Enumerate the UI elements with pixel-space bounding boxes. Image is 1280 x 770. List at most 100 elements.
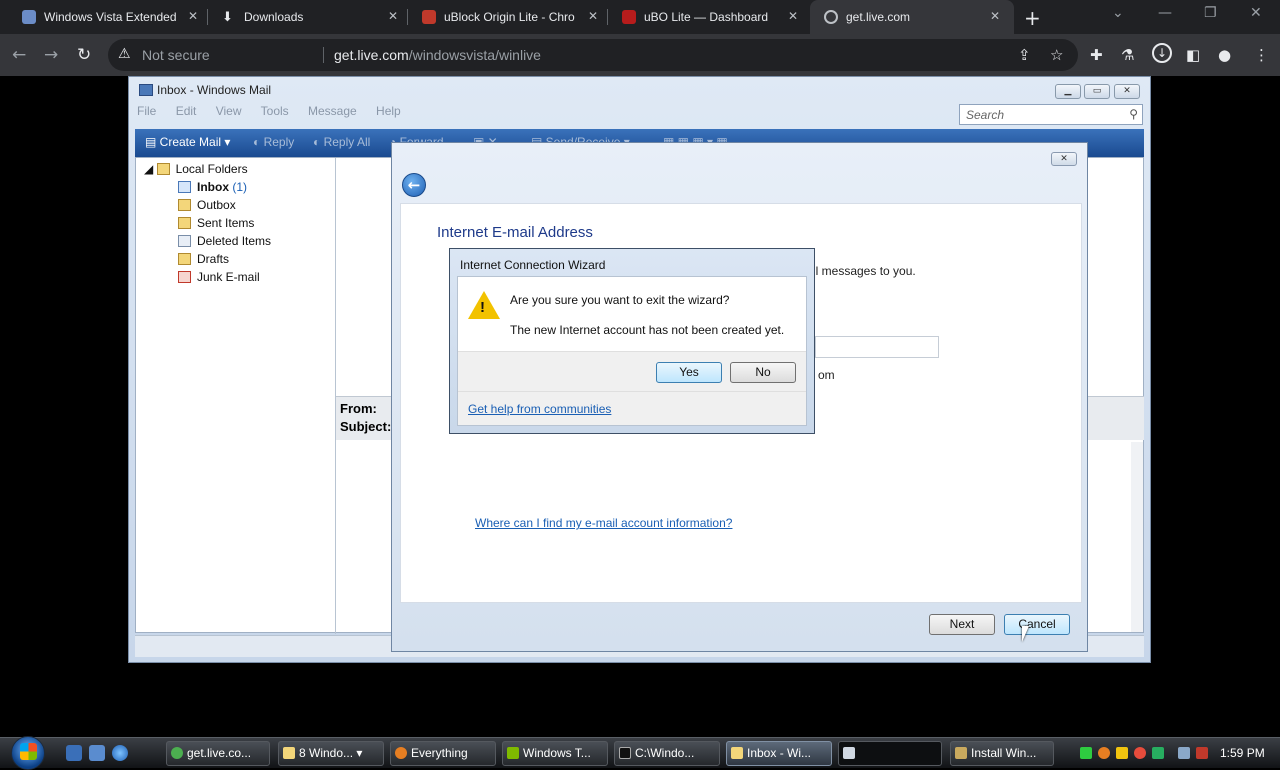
wizard-heading: Internet E-mail Address bbox=[437, 224, 593, 241]
folder-icon bbox=[156, 163, 170, 175]
tab-title: Downloads bbox=[244, 10, 304, 24]
back-icon[interactable]: ← bbox=[12, 45, 26, 65]
wizard-close-button[interactable]: ✕ bbox=[1051, 152, 1077, 166]
email-address-field[interactable] bbox=[815, 336, 939, 358]
mail-search-input[interactable]: Search ⚲ bbox=[959, 104, 1143, 125]
yes-button[interactable]: Yes bbox=[656, 362, 722, 383]
menu-edit[interactable]: Edit bbox=[176, 104, 197, 118]
mail-maximize-button[interactable]: ▭ bbox=[1084, 84, 1110, 99]
folder-icon bbox=[283, 747, 295, 759]
start-button[interactable] bbox=[11, 736, 45, 770]
network-meter-icon[interactable] bbox=[1080, 747, 1092, 759]
folder-root[interactable]: ◢ Local Folders bbox=[144, 162, 248, 176]
url-text[interactable]: get.live.com/windowsvista/winlive bbox=[334, 47, 541, 63]
browser-tab[interactable]: uBO Lite — Dashboard ✕ bbox=[608, 0, 808, 34]
folder-pane: ◢ Local Folders Inbox (1) Outbox Sent It… bbox=[136, 158, 336, 634]
close-tab-icon[interactable]: ✕ bbox=[990, 9, 1000, 23]
create-mail-label: Create Mail bbox=[159, 135, 222, 149]
warning-icon: ! bbox=[468, 291, 500, 319]
extension-flask-icon[interactable]: ⚗ bbox=[1121, 45, 1134, 65]
close-tab-icon[interactable]: ✕ bbox=[188, 9, 198, 23]
switch-windows-icon[interactable] bbox=[89, 745, 105, 761]
download-status-icon[interactable]: ↓ bbox=[1152, 43, 1172, 63]
folder-outbox[interactable]: Outbox bbox=[178, 198, 236, 212]
side-panel-icon[interactable]: ◧ bbox=[1186, 45, 1200, 65]
alert-tray-icon[interactable] bbox=[1134, 747, 1146, 759]
bookmark-star-icon[interactable]: ☆ bbox=[1050, 45, 1063, 65]
folder-junk-email[interactable]: Junk E-mail bbox=[178, 270, 260, 284]
mail-window-title: Inbox - Windows Mail bbox=[139, 83, 271, 97]
browser-tab-active[interactable]: get.live.com ✕ bbox=[810, 0, 1014, 34]
clock[interactable]: 1:59 PM bbox=[1220, 746, 1265, 760]
extensions-puzzle-icon[interactable]: ✚ bbox=[1090, 45, 1103, 65]
warning-icon[interactable]: ⚠ bbox=[118, 46, 131, 62]
profile-icon[interactable]: ● bbox=[1218, 45, 1231, 65]
browser-tab[interactable]: Windows Vista Extended ✕ bbox=[8, 0, 208, 34]
reply-all-button[interactable]: ◐ Reply All bbox=[313, 135, 370, 149]
folder-sent-items[interactable]: Sent Items bbox=[178, 216, 254, 230]
close-tab-icon[interactable]: ✕ bbox=[788, 9, 798, 23]
menu-help[interactable]: Help bbox=[376, 104, 401, 118]
menu-view[interactable]: View bbox=[216, 104, 242, 118]
folder-deleted-items[interactable]: Deleted Items bbox=[178, 234, 271, 248]
taskbar-button-label: Everything bbox=[411, 746, 468, 760]
recycle-bin-icon bbox=[178, 235, 191, 247]
browser-tab[interactable]: ⬇ Downloads ✕ bbox=[208, 0, 408, 34]
menu-file[interactable]: File bbox=[137, 104, 156, 118]
taskbar-button[interactable]: get.live.co... bbox=[166, 741, 270, 766]
email-example-text: om bbox=[818, 368, 835, 382]
update-tray-icon[interactable] bbox=[1152, 747, 1164, 759]
show-desktop-icon[interactable] bbox=[66, 745, 82, 761]
reading-pane-scrollbar[interactable] bbox=[1131, 442, 1143, 632]
address-bar[interactable]: ⚠ Not secure get.live.com/windowsvista/w… bbox=[108, 39, 1078, 71]
confirm-question: Are you sure you want to exit the wizard… bbox=[510, 293, 730, 307]
close-tab-icon[interactable]: ✕ bbox=[388, 9, 398, 23]
help-communities-link[interactable]: Get help from communities bbox=[468, 402, 611, 416]
taskbar-button[interactable]: Install Win... bbox=[950, 741, 1054, 766]
new-tab-button[interactable]: + bbox=[1024, 6, 1041, 30]
exit-wizard-confirm-dialog: Internet Connection Wizard ! Are you sur… bbox=[449, 248, 815, 434]
inbox-icon bbox=[178, 181, 191, 193]
close-tab-icon[interactable]: ✕ bbox=[588, 9, 598, 23]
minimize-icon[interactable]: — bbox=[1158, 5, 1172, 21]
no-button[interactable]: No bbox=[730, 362, 796, 383]
forward-icon[interactable]: → bbox=[44, 45, 58, 65]
command-prompt-icon bbox=[619, 747, 631, 759]
back-arrow-icon[interactable]: ← bbox=[402, 173, 426, 197]
taskbar-button-active[interactable]: Inbox - Wi... bbox=[726, 741, 832, 766]
restore-icon[interactable]: ❐ bbox=[1204, 5, 1217, 21]
taskbar-button[interactable]: 8 Windo... ▾ bbox=[278, 741, 384, 766]
share-icon[interactable]: ⇪ bbox=[1018, 45, 1031, 65]
folder-drafts[interactable]: Drafts bbox=[178, 252, 229, 266]
menu-kebab-icon[interactable]: ⋮ bbox=[1254, 45, 1269, 65]
next-button[interactable]: Next bbox=[929, 614, 995, 635]
mail-minimize-button[interactable]: ▁ bbox=[1055, 84, 1081, 99]
create-mail-button[interactable]: ▤ Create Mail ▾ bbox=[145, 135, 230, 149]
security-label[interactable]: Not secure bbox=[142, 47, 210, 63]
windows-mail-icon bbox=[731, 747, 743, 759]
taskbar-button[interactable]: Everything bbox=[390, 741, 496, 766]
cancel-button[interactable]: Cancel bbox=[1004, 614, 1070, 635]
security-shield-icon[interactable] bbox=[1116, 747, 1128, 759]
volume-muted-icon[interactable] bbox=[1196, 747, 1208, 759]
mail-close-button[interactable]: ✕ bbox=[1114, 84, 1140, 99]
network-icon[interactable] bbox=[1178, 747, 1190, 759]
account-info-help-link[interactable]: Where can I find my e-mail account infor… bbox=[475, 516, 732, 530]
menu-tools[interactable]: Tools bbox=[261, 104, 289, 118]
reload-icon[interactable]: ↻ bbox=[77, 45, 91, 65]
close-window-icon[interactable]: ✕ bbox=[1250, 5, 1262, 21]
tab-search-icon[interactable]: ⌄ bbox=[1112, 5, 1124, 21]
browser-tab[interactable]: uBlock Origin Lite - Chro ✕ bbox=[408, 0, 608, 34]
windows-logo-icon bbox=[20, 743, 37, 760]
folder-inbox[interactable]: Inbox (1) bbox=[178, 180, 247, 194]
reply-button[interactable]: ◐ Reply bbox=[253, 135, 294, 149]
search-icon[interactable]: ⚲ bbox=[1129, 107, 1138, 121]
folder-label: Inbox bbox=[197, 180, 229, 194]
menu-message[interactable]: Message bbox=[308, 104, 357, 118]
taskbar-button[interactable]: Windows T... bbox=[502, 741, 608, 766]
search-tray-icon[interactable] bbox=[1098, 747, 1110, 759]
tab-title: uBO Lite — Dashboard bbox=[644, 10, 769, 24]
taskbar-button[interactable] bbox=[838, 741, 942, 766]
taskbar-button[interactable]: C:\Windo... bbox=[614, 741, 720, 766]
internet-explorer-icon[interactable] bbox=[112, 745, 128, 761]
